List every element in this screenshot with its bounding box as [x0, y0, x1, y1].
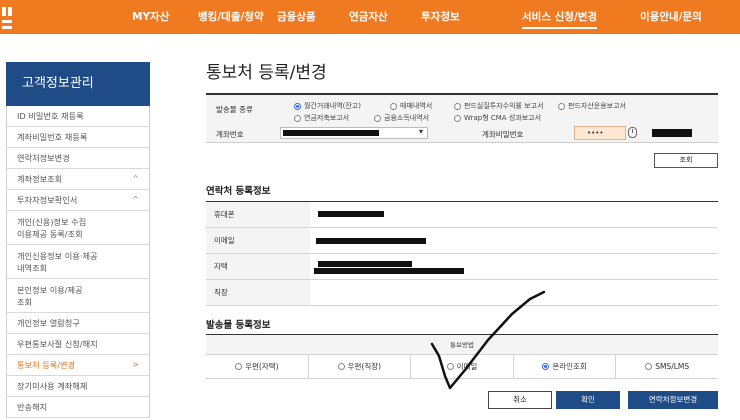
doc-type-label: 발송물 종류 [216, 105, 253, 114]
nav-my-assets[interactable]: MY자산 [132, 9, 169, 24]
delivery-method-table: 통보방법 우편(자택) 우편(직장) 이메일 온라인조회 SMS/LMS [206, 334, 718, 379]
nav-service-request[interactable]: 서비스 신청/변경 [522, 9, 598, 29]
redaction-mask [318, 261, 412, 267]
contact-label-mobile: 휴대폰 [206, 202, 310, 227]
radio-circle-icon [390, 102, 397, 110]
account-password-input[interactable]: •••• [574, 126, 626, 140]
sidebar-item-label: 통보처 등록/변경 [17, 360, 76, 370]
sidebar-menu: ID 비밀번호 재등록 계좌비밀번호 재등록 연락처정보변경 계좌정보조회 ^ 투자자정보… [6, 106, 150, 418]
sidebar-item-label: 장기미사용 계좌해제 [17, 381, 88, 391]
nav-banking[interactable]: 뱅킹/대출/청약 [198, 9, 264, 24]
confirm-button[interactable]: 확인 [556, 391, 620, 409]
radio-doc-type-income[interactable]: 금융소득내역서 [374, 113, 429, 123]
contact-label-home: 자택 [206, 254, 310, 279]
sidebar-item-label: 본인정보 이용/제공 조회 [17, 284, 83, 307]
redaction-mask [652, 129, 692, 137]
chevron-down-icon: ▾ [418, 127, 423, 136]
sidebar-item-label: 개인정보 열람청구 [17, 318, 80, 328]
radio-doc-type-wrap[interactable]: Wrap형 CMA 성과보고서 [454, 113, 541, 123]
radio-delivery-online[interactable]: 온라인조회 [514, 355, 617, 378]
redaction-mask [283, 130, 379, 136]
radio-circle-icon [374, 114, 381, 122]
radio-circle-icon [558, 102, 565, 110]
sidebar-item[interactable]: 개인(신용)정보 수집 이용제공 동록/조회 [7, 211, 149, 245]
radio-doc-type-fund-report[interactable]: 펀드자산운용보고서 [558, 101, 626, 111]
nav-investment-info[interactable]: 투자정보 [421, 9, 460, 24]
radio-circle-icon [294, 114, 301, 122]
radio-doc-type-trade[interactable]: 매매내역서 [390, 101, 432, 111]
contact-row-email: 이메일 [206, 228, 718, 254]
sidebar-item-label: 반송해지 [17, 402, 48, 412]
virtual-keyboard-mouse-icon[interactable] [628, 127, 637, 138]
sidebar-item-label: 투자자정보확인서 [17, 195, 78, 205]
sidebar-item[interactable]: 계좌비밀번호 재등록 [7, 127, 149, 148]
contact-label-work: 직장 [206, 280, 310, 305]
sidebar-item[interactable]: 연락처정보변경 [7, 148, 149, 169]
sidebar-item[interactable]: 본인정보 이용/제공 조회 [7, 279, 149, 313]
nav-pension-assets[interactable]: 연금자산 [349, 9, 388, 24]
radio-doc-type-monthly[interactable]: 월간거래내역(잔고) [294, 101, 361, 111]
sidebar-item[interactable]: 계좌정보조회 ^ [7, 169, 149, 190]
search-button[interactable]: 조회 [654, 153, 718, 168]
redaction-mask [318, 211, 384, 217]
sidebar-item[interactable]: 개인정보 열람청구 [7, 313, 149, 334]
sidebar-item[interactable]: 장기미사용 계좌해제 [7, 376, 149, 397]
page-title: 통보처 등록/변경 [206, 63, 327, 83]
radio-delivery-mail-work[interactable]: 우편(직장) [309, 355, 412, 378]
radio-circle-icon [645, 363, 653, 370]
account-password-label: 계좌비밀번호 [482, 130, 524, 139]
chevron-right-icon: > [132, 360, 139, 369]
sidebar-item[interactable]: 투자자정보확인서 ^ [7, 190, 149, 211]
radio-circle-icon [446, 363, 454, 370]
chevron-up-icon: ^ [132, 174, 139, 183]
contact-info-table: 휴대폰 이메일 자택 직장 [206, 201, 718, 306]
radio-delivery-mail-home[interactable]: 우편(자택) [206, 355, 309, 378]
sidebar-item[interactable]: 반송해지 [7, 397, 149, 418]
sidebar-item-label: 우편통보사절 신청/해지 [17, 339, 98, 349]
brand-logo-mark [2, 7, 12, 29]
sidebar-item-label: 계좌정보조회 [17, 174, 63, 184]
nav-financial-products[interactable]: 금융상품 [277, 9, 316, 24]
sidebar-item[interactable]: 통보처 등록/변경 > [7, 355, 149, 376]
nav-usage-guide[interactable]: 이용안내/문의 [640, 9, 702, 24]
radio-delivery-sms[interactable]: SMS/LMS [616, 355, 718, 378]
redaction-mask [316, 238, 426, 244]
cancel-button[interactable]: 취소 [488, 391, 552, 409]
radio-circle-icon [235, 363, 243, 370]
radio-circle-icon [454, 102, 461, 110]
redaction-mask [314, 268, 464, 274]
sidebar-item[interactable]: ID 비밀번호 재등록 [7, 106, 149, 127]
account-number-select[interactable]: ▾ [280, 127, 428, 139]
sidebar-item-label: 개인(신용)정보 수집 이용제공 동록/조회 [17, 216, 87, 239]
radio-doc-type-pension[interactable]: 연금저축보고서 [294, 113, 349, 123]
sidebar-item-label: ID 비밀번호 재등록 [17, 111, 84, 121]
radio-circle-icon [294, 102, 301, 110]
radio-circle-icon [542, 363, 550, 370]
top-navigation-bar: MY자산 뱅킹/대출/청약 금융상품 연금자산 투자정보 서비스 신청/변경 이… [0, 0, 740, 34]
account-number-label: 계좌번호 [216, 130, 244, 139]
delivery-section-title: 발송물 등록정보 [206, 320, 271, 331]
sidebar-item[interactable]: 개인신용정보 이용·제공 내역조회 [7, 245, 149, 279]
radio-circle-icon [337, 363, 345, 370]
change-contact-button[interactable]: 연락처정보변경 [628, 391, 718, 409]
contact-row-work: 직장 [206, 280, 718, 306]
radio-doc-type-fund-return[interactable]: 펀드실질투자수익률 보고서 [454, 101, 544, 111]
delivery-method-header: 통보방법 [206, 335, 718, 355]
radio-delivery-email[interactable]: 이메일 [411, 355, 514, 378]
sidebar-item-label: 계좌비밀번호 재등록 [17, 132, 88, 142]
sidebar-item[interactable]: 우편통보사절 신청/해지 [7, 334, 149, 355]
sidebar-item-label: 개인신용정보 이용·제공 내역조회 [17, 250, 98, 273]
sidebar-item-label: 연락처정보변경 [17, 153, 70, 163]
contact-row-home: 자택 [206, 254, 718, 280]
contact-row-mobile: 휴대폰 [206, 202, 718, 228]
contact-label-email: 이메일 [206, 228, 310, 253]
radio-circle-icon [454, 114, 461, 122]
sidebar-header: 고객정보관리 [6, 62, 150, 106]
brand-logo[interactable] [0, 0, 22, 34]
chevron-up-icon: ^ [132, 195, 139, 204]
contact-section-title: 연락처 등록정보 [206, 186, 271, 197]
